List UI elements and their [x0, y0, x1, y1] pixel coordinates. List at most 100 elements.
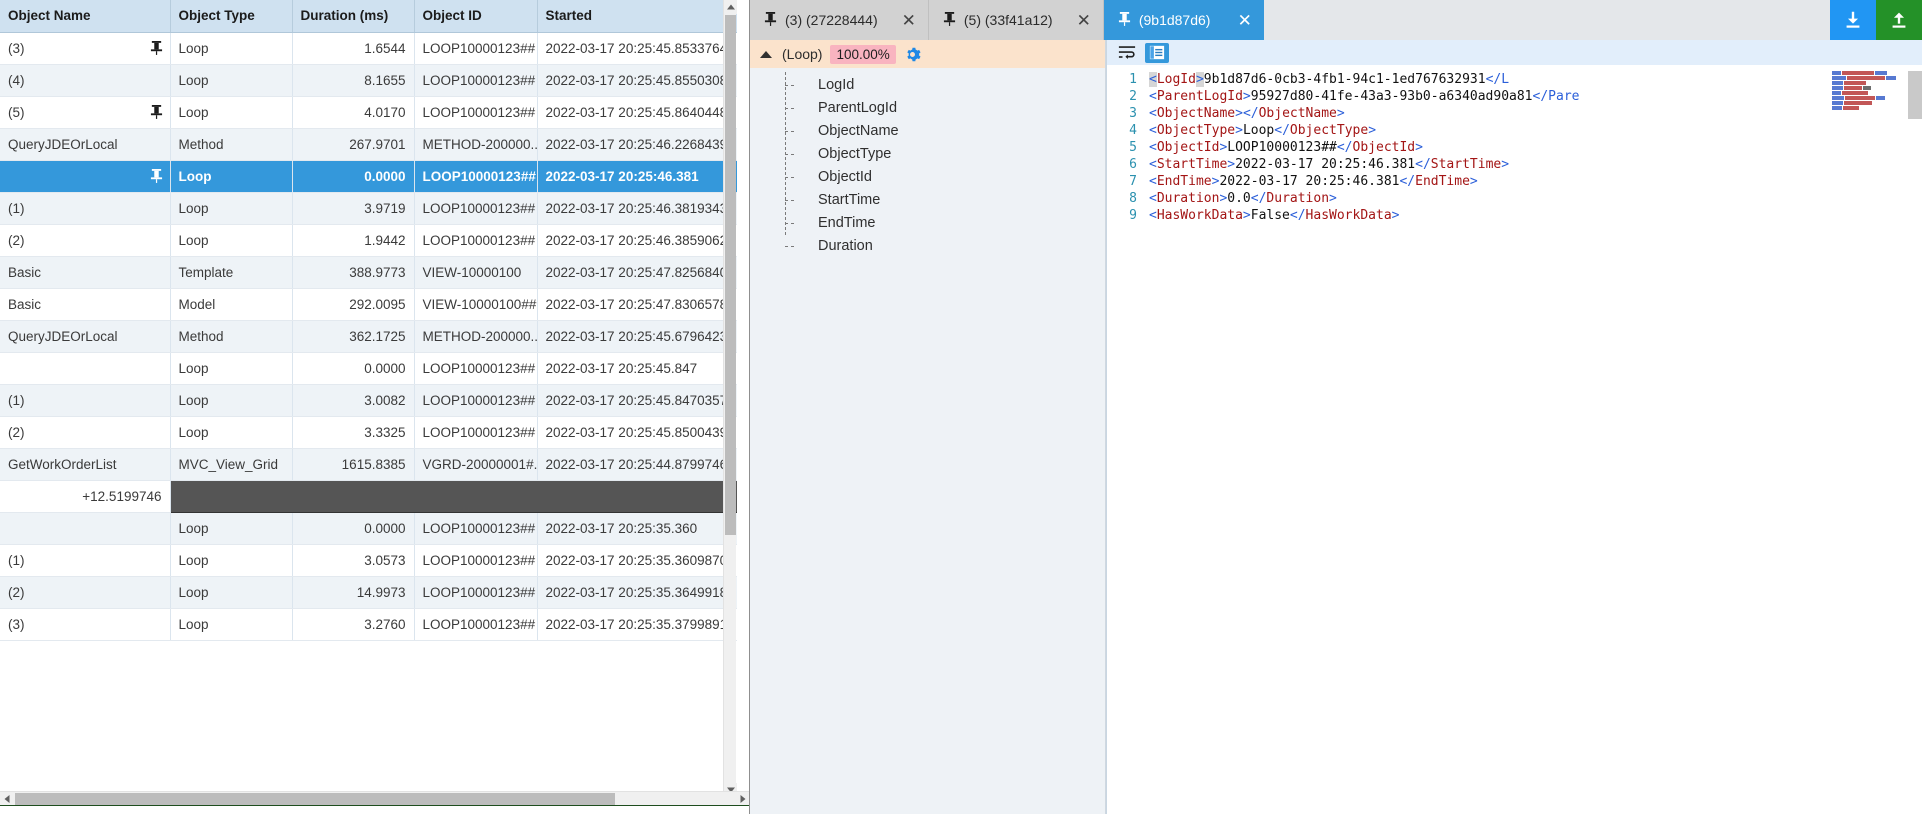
table-row[interactable]: Loop 0.0000 LOOP10000123## 2022-03-17 20:25… — [0, 160, 737, 193]
tab-close-icon[interactable]: ✕ — [1222, 12, 1252, 29]
tab-2[interactable]: (5) (33f41a12) ✕ — [928, 0, 1104, 40]
app-window: Object Name Object Type Duration (ms) Ob… — [0, 0, 1922, 814]
table-header-row: Object Name Object Type Duration (ms) Ob… — [0, 0, 737, 33]
tab-label: (9b1d87d6) — [1138, 12, 1211, 28]
tree-item-objecttype[interactable]: ObjectType — [750, 143, 1105, 166]
tree-item-parentlogid[interactable]: ParentLogId — [750, 97, 1105, 120]
table-row[interactable]: (1) Loop 3.9719 LOOP10000123## 2022-03-17 20… — [0, 192, 737, 225]
cell-started: 2022-03-17 20:25:35.360 — [537, 512, 737, 545]
line-number: 2 — [1129, 89, 1137, 104]
triangle-up-icon — [726, 4, 735, 10]
download-icon[interactable] — [1830, 0, 1876, 40]
scroll-left-button[interactable] — [0, 792, 14, 806]
cell-object-name: (1) — [0, 192, 171, 225]
horizontal-scroll-thumb[interactable] — [15, 793, 615, 805]
grid-scroll-area[interactable]: Object Name Object Type Duration (ms) Ob… — [0, 0, 737, 797]
tree-item-objectname[interactable]: ObjectName — [750, 120, 1105, 143]
tree-item-duration[interactable]: Duration — [750, 235, 1105, 258]
table-row[interactable]: +12.5199746 — [0, 480, 737, 513]
object-name-text: (1) — [8, 392, 25, 408]
tab-1[interactable]: (3) (27228444) ✕ — [750, 0, 929, 40]
cell-started: 2022-03-17 20:25:44.8799746 — [537, 448, 737, 481]
tree-header[interactable]: (Loop) 100.00% — [750, 40, 1105, 68]
upload-icon[interactable] — [1876, 0, 1922, 40]
table-row[interactable]: Basic Template 388.9773 VIEW-10000100 2022-0… — [0, 256, 737, 289]
cell-duration: 3.3325 — [292, 416, 415, 449]
tree-item-list: LogId ParentLogId ObjectName ObjectType Obje… — [750, 68, 1105, 814]
cell-object-type: Loop — [170, 32, 293, 65]
table-row[interactable]: (2) Loop 3.3325 LOOP10000123## 2022-03-17 20… — [0, 416, 737, 449]
scroll-right-button[interactable] — [736, 792, 749, 806]
column-header-started[interactable]: Started — [537, 0, 737, 33]
pin-icon[interactable] — [150, 104, 164, 120]
cell-duration: 3.0082 — [292, 384, 415, 417]
caret-up-icon[interactable] — [760, 50, 772, 58]
table-row[interactable]: QueryJDEOrLocal Method 267.9701 METHOD-2000… — [0, 128, 737, 161]
cell-duration: 0.0000 — [292, 512, 415, 545]
gear-icon[interactable] — [904, 46, 921, 63]
cell-object-name: QueryJDEOrLocal — [0, 128, 171, 161]
column-header-duration[interactable]: Duration (ms) — [292, 0, 415, 33]
cell-started: 2022-03-17 20:25:45.847 — [537, 352, 737, 385]
scroll-up-button[interactable] — [724, 0, 737, 14]
cell-object-name — [0, 160, 171, 193]
tree-item-endtime[interactable]: EndTime — [750, 212, 1105, 235]
table-row[interactable]: GetWorkOrderList MVC_View_Grid 1615.8385 VG… — [0, 448, 737, 481]
tab-3[interactable]: (9b1d87d6) ✕ — [1103, 0, 1264, 40]
grid-vertical-scrollbar[interactable] — [723, 0, 737, 797]
table-row[interactable]: (2) Loop 14.9973 LOOP10000123## 2022-03-17 2… — [0, 576, 737, 609]
format-document-icon[interactable] — [1145, 42, 1169, 63]
table-row[interactable]: (4) Loop 8.1655 LOOP10000123## 2022-03-17 20… — [0, 64, 737, 97]
table-row[interactable]: (3) Loop 3.2760 LOOP10000123## 2022-03-17 20… — [0, 608, 737, 641]
xml-editor-panel: 1 <LogId>9b1d87d6-0cb3-4fb1-94c1-1ed76763… — [1106, 40, 1922, 814]
cell-duration: 1615.8385 — [292, 448, 415, 481]
cell-object-id: LOOP10000123## — [414, 608, 538, 641]
cell-object-name: (3) — [0, 32, 171, 65]
cell-duration: 1.6544 — [292, 32, 415, 65]
table-row[interactable]: QueryJDEOrLocal Method 362.1725 METHOD-2000… — [0, 320, 737, 353]
cell-object-id: LOOP10000123## — [414, 64, 538, 97]
table-row[interactable]: Loop 0.0000 LOOP10000123## 2022-03-17 20:25… — [0, 352, 737, 385]
line-number: 8 — [1129, 191, 1137, 206]
vertical-scroll-thumb[interactable] — [725, 15, 736, 535]
grid-horizontal-scrollbar[interactable] — [0, 791, 749, 806]
code-minimap[interactable] — [1832, 71, 1906, 115]
column-header-object-type[interactable]: Object Type — [170, 0, 293, 33]
column-header-object-id[interactable]: Object ID — [414, 0, 538, 33]
cell-object-id: LOOP10000123## — [414, 416, 538, 449]
cell-started: 2022-03-17 20:25:47.8306578 — [537, 288, 737, 321]
cell-duration: 0.0000 — [292, 352, 415, 385]
word-wrap-icon[interactable] — [1115, 43, 1139, 63]
table-row[interactable]: Loop 0.0000 LOOP10000123## 2022-03-17 20:25… — [0, 512, 737, 545]
column-header-object-name[interactable]: Object Name — [0, 0, 171, 33]
pin-icon[interactable] — [150, 168, 164, 184]
table-row[interactable]: (1) Loop 3.0082 LOOP10000123## 2022-03-17 20… — [0, 384, 737, 417]
code-vertical-scrollbar[interactable] — [1908, 71, 1922, 119]
tab-pin-icon[interactable] — [943, 11, 956, 29]
line-number: 7 — [1129, 174, 1137, 189]
detail-pane: (3) (27228444) ✕ (5) (33f41a12) ✕ (9b1d87d6)… — [750, 0, 1922, 814]
cell-object-name: GetWorkOrderList — [0, 448, 171, 481]
table-row[interactable]: Basic Model 292.0095 VIEW-10000100## 2022-03… — [0, 288, 737, 321]
tab-pin-icon[interactable] — [764, 11, 777, 29]
tab-close-icon[interactable]: ✕ — [886, 12, 916, 29]
table-row[interactable]: (5) Loop 4.0170 LOOP10000123## 2022-03-17 20… — [0, 96, 737, 129]
cell-object-type: Loop — [170, 160, 293, 193]
tab-close-icon[interactable]: ✕ — [1061, 12, 1091, 29]
tree-item-logid[interactable]: LogId — [750, 74, 1105, 97]
table-row[interactable]: (3) Loop 1.6544 LOOP10000123## 2022-03-17 20… — [0, 32, 737, 65]
tab-pin-icon[interactable] — [1118, 11, 1131, 29]
table-row[interactable]: (1) Loop 3.0573 LOOP10000123## 2022-03-17 20… — [0, 544, 737, 577]
xml-code-area[interactable]: 1 <LogId>9b1d87d6-0cb3-4fb1-94c1-1ed76763… — [1107, 65, 1922, 814]
cell-started: 2022-03-17 20:25:35.3799891 — [537, 608, 737, 641]
cell-duration: 3.2760 — [292, 608, 415, 641]
cell-object-type: Template — [170, 256, 293, 289]
tree-item-starttime[interactable]: StartTime — [750, 189, 1105, 212]
pin-icon[interactable] — [150, 40, 164, 56]
tree-item-objectid[interactable]: ObjectId — [750, 166, 1105, 189]
cell-started: 2022-03-17 20:25:45.8640448 — [537, 96, 737, 129]
object-name-text: GetWorkOrderList — [8, 456, 117, 472]
table-row[interactable]: (2) Loop 1.9442 LOOP10000123## 2022-03-17 20… — [0, 224, 737, 257]
cell-object-type: Loop — [170, 416, 293, 449]
cell-object-type: Loop — [170, 544, 293, 577]
